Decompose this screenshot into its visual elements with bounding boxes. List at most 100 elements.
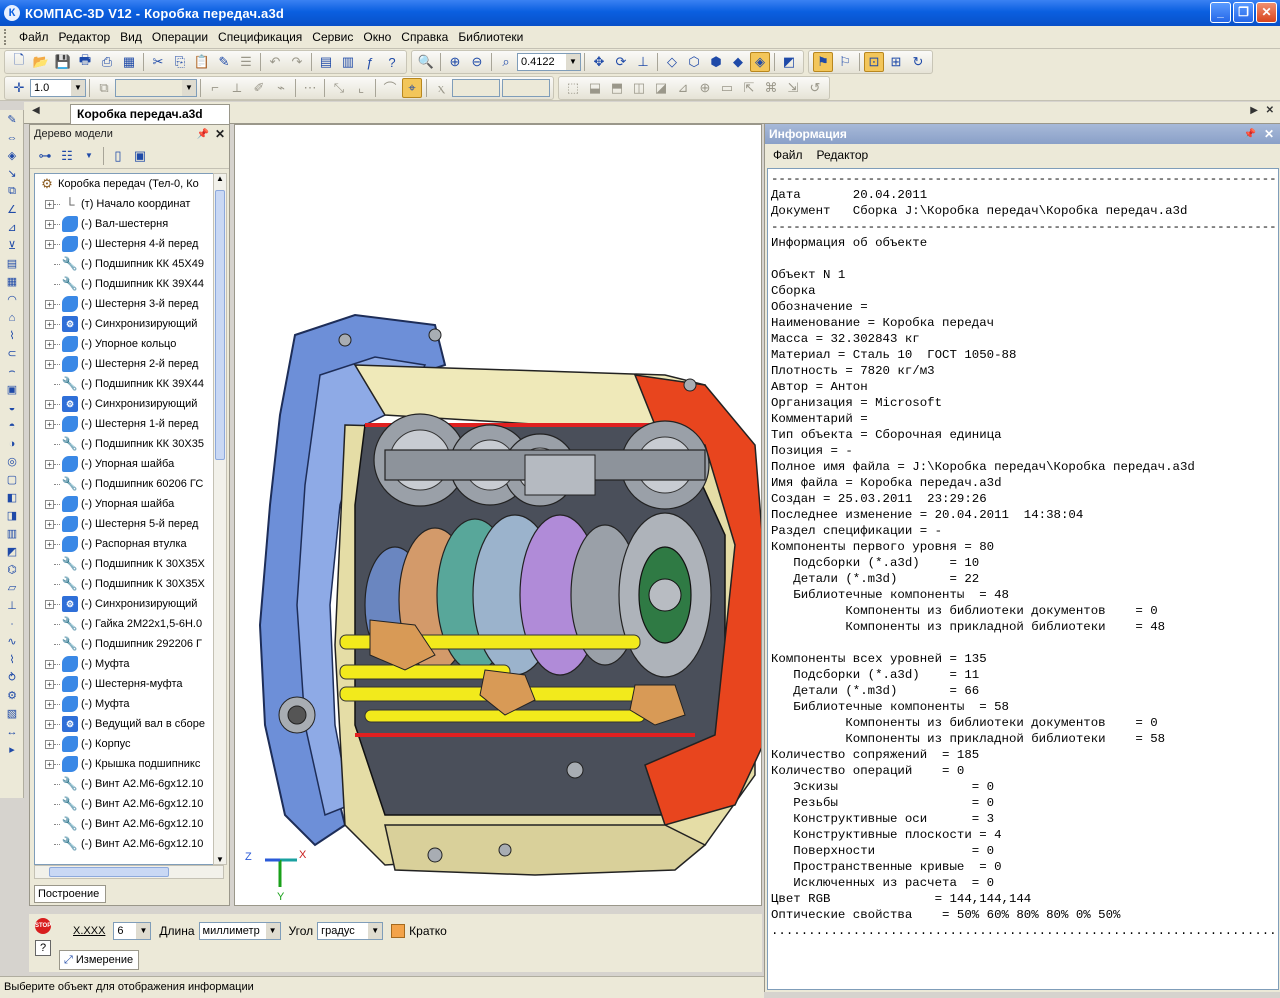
menu-operations[interactable]: Операции xyxy=(147,30,213,44)
menu-editor[interactable]: Редактор xyxy=(54,30,116,44)
rebuild-icon[interactable]: ↻ xyxy=(908,52,928,72)
coords-icon[interactable]: ⲭ xyxy=(431,78,451,98)
tree-item[interactable]: 🔧 (-) Подшипник КК 39Х44 xyxy=(35,374,223,394)
open-file-icon[interactable]: 📂 xyxy=(31,52,51,72)
close-icon[interactable]: ✕ xyxy=(215,127,225,141)
menu-service[interactable]: Сервис xyxy=(307,30,358,44)
tree-item[interactable]: + (-) Муфта xyxy=(35,694,223,714)
collision-icon[interactable]: ⌘ xyxy=(761,78,781,98)
mirror-icon[interactable]: ◨ xyxy=(2,507,22,524)
scrollbar-thumb[interactable] xyxy=(215,190,225,460)
dimensions-icon[interactable]: ↔ xyxy=(2,723,22,740)
model-icon[interactable]: ⊞ xyxy=(886,52,906,72)
chevron-down-icon[interactable]: ▼ xyxy=(136,923,151,939)
grid-icon[interactable]: ⋯ xyxy=(300,78,320,98)
tree-item[interactable]: 🔧 (-) Подшипник 292206 Г xyxy=(35,634,223,654)
fillet-icon[interactable]: ◓ xyxy=(2,417,22,434)
zoom-combo[interactable]: 0.4122 ▼ xyxy=(517,53,581,71)
plane-icon[interactable]: ▱ xyxy=(2,579,22,596)
halftone-edges-icon[interactable]: ◈ xyxy=(750,52,770,72)
edit-assembly-icon[interactable]: ✎ xyxy=(2,111,22,128)
format-brush-icon[interactable]: ✎ xyxy=(214,52,234,72)
tab-construction[interactable]: Построение xyxy=(34,885,106,903)
model-viewport[interactable]: X Y Z xyxy=(234,124,762,906)
axis-icon[interactable]: ⌞ xyxy=(351,78,371,98)
expand-toolbar-icon[interactable]: ▸ xyxy=(2,741,22,758)
menu-libraries[interactable]: Библиотеки xyxy=(453,30,528,44)
chevron-down-icon[interactable]: ▼ xyxy=(566,54,580,70)
measure-tool-icon[interactable]: ⊿ xyxy=(2,219,22,236)
layer-icon[interactable]: ⧉ xyxy=(94,78,114,98)
copy-icon[interactable]: ⎘ xyxy=(170,52,190,72)
scroll-down-icon[interactable]: ▼ xyxy=(214,855,226,864)
tree-item[interactable]: 🔧 (-) Подшипник КК 45Х49 xyxy=(35,254,223,274)
mate-icon[interactable]: ⇔ xyxy=(2,129,22,146)
curve-icon[interactable]: ∿ xyxy=(2,633,22,650)
library-manager-icon[interactable]: ▥ xyxy=(338,52,358,72)
shell-icon[interactable]: ▢ xyxy=(2,471,22,488)
snap-icon[interactable]: ⊡ xyxy=(864,52,884,72)
expand-icon[interactable]: + xyxy=(45,599,54,609)
undo-icon[interactable]: ↶ xyxy=(265,52,285,72)
cable-icon[interactable]: ⌢ xyxy=(2,363,22,380)
axis-tool-icon[interactable]: ⊥ xyxy=(2,597,22,614)
tree-item[interactable]: + (-) Шестерня 5-й перед xyxy=(35,514,223,534)
expand-icon[interactable]: + xyxy=(45,699,54,709)
report-icon[interactable]: ▦ xyxy=(2,273,22,290)
expand-icon[interactable]: + xyxy=(45,299,54,309)
round-icon[interactable]: ⌒ xyxy=(380,78,400,98)
tab-close-icon[interactable]: ✕ xyxy=(1266,105,1274,116)
variables-icon[interactable]: ƒ xyxy=(360,52,380,72)
expand-icon[interactable]: + xyxy=(45,719,54,729)
properties-icon[interactable]: ☰ xyxy=(236,52,256,72)
layer-combo[interactable]: ▼ xyxy=(115,78,197,97)
tree-item[interactable]: + ⚙ (-) Синхронизирующий xyxy=(35,314,223,334)
bbox-icon[interactable]: ▭ xyxy=(717,78,737,98)
mass-icon[interactable]: ⊕ xyxy=(695,78,715,98)
expand-icon[interactable]: + xyxy=(45,659,54,669)
revolve-icon[interactable]: ◒ xyxy=(2,399,22,416)
paste-icon[interactable]: 📋 xyxy=(192,52,212,72)
tree-item[interactable]: + ⚙ (-) Ведущий вал в сборе xyxy=(35,714,223,734)
surface-icon[interactable]: ◠ xyxy=(2,291,22,308)
component-icon[interactable]: ◈ xyxy=(2,147,22,164)
info-menu-file[interactable]: Файл xyxy=(773,148,803,162)
section-tool-icon[interactable]: ◩ xyxy=(2,543,22,560)
angle-units-combo[interactable]: градус ▼ xyxy=(317,922,384,940)
print-preview-icon[interactable]: 🖶 xyxy=(75,52,95,72)
step-combo[interactable]: 1.0 ▼ xyxy=(30,78,86,97)
help-icon[interactable]: ? xyxy=(35,940,51,956)
tree-hscrollbar[interactable] xyxy=(34,865,224,879)
tree-item[interactable]: 🔧 (-) Подшипник КК 39Х44 xyxy=(35,274,223,294)
spec-object-icon[interactable]: ⌁ xyxy=(271,78,291,98)
length-units-combo[interactable]: миллиметр ▼ xyxy=(198,922,281,940)
tree-item[interactable]: + (-) Корпус xyxy=(35,734,223,754)
stop-icon[interactable]: STOP xyxy=(35,918,51,934)
tree-item[interactable]: 🔧 (-) Винт А2.М6-6gх12.10 xyxy=(35,834,223,854)
tree-item[interactable]: 🔧 (-) Гайка 2М22х1,5-6Н.0 xyxy=(35,614,223,634)
filter-icon[interactable]: ⊻ xyxy=(2,237,22,254)
maximize-button[interactable]: ❐ xyxy=(1233,2,1254,23)
geometry-icon[interactable]: ∠ xyxy=(2,201,22,218)
expand-icon[interactable]: + xyxy=(45,499,54,509)
minimize-button[interactable]: _ xyxy=(1210,2,1231,23)
halftone-icon[interactable]: ◆ xyxy=(728,52,748,72)
scroll-up-icon[interactable]: ▲ xyxy=(214,174,226,183)
filter-options-icon[interactable]: ⚐ xyxy=(835,52,855,72)
chevron-down-icon[interactable]: ▼ xyxy=(265,923,280,939)
tree-item[interactable]: + (-) Упорная шайба xyxy=(35,494,223,514)
tree-sync-icon[interactable]: ▣ xyxy=(130,146,150,166)
close-button[interactable]: ✕ xyxy=(1256,2,1277,23)
weld-icon[interactable]: ⌇ xyxy=(2,327,22,344)
manager-icon[interactable]: ▤ xyxy=(316,52,336,72)
coord-x-field[interactable] xyxy=(452,78,500,97)
tree-item[interactable]: 🔧 (-) Винт А2.М6-6gх12.10 xyxy=(35,774,223,794)
tree-list-icon[interactable]: ▯ xyxy=(108,146,128,166)
library-icon[interactable]: ▧ xyxy=(2,705,22,722)
close-icon[interactable]: ✕ xyxy=(1264,127,1274,141)
thread-icon[interactable]: ⌬ xyxy=(2,561,22,578)
tree-item[interactable]: + (-) Шестерня 3-й перед xyxy=(35,294,223,314)
tree-item[interactable]: + (-) Распорная втулка xyxy=(35,534,223,554)
sheet-icon[interactable]: ⌂ xyxy=(2,309,22,326)
helix-icon[interactable]: ⥁ xyxy=(2,669,22,686)
